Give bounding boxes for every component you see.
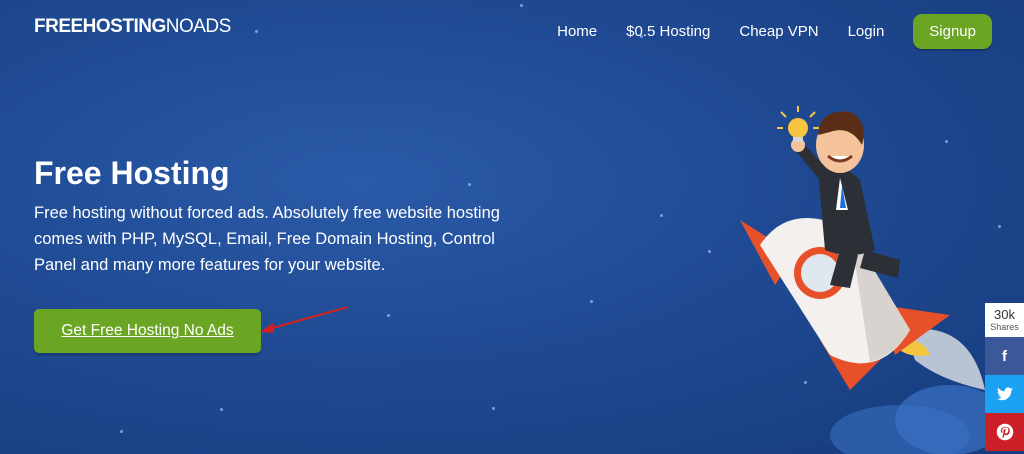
get-free-hosting-button[interactable]: Get Free Hosting No Ads	[34, 309, 261, 353]
twitter-icon	[996, 387, 1013, 401]
main-nav: Home $0.5 Hosting Cheap VPN Login Signup	[557, 14, 992, 49]
share-count: 30k Shares	[985, 303, 1024, 337]
nav-hosting[interactable]: $0.5 Hosting	[626, 23, 710, 40]
logo-bold-text: FREEHOSTING	[34, 16, 166, 37]
rocket-businessman-illustration	[740, 106, 1000, 454]
signup-button[interactable]: Signup	[913, 14, 992, 49]
nav-login[interactable]: Login	[848, 23, 885, 40]
nav-home[interactable]: Home	[557, 23, 597, 40]
social-share-bar: 30k Shares f	[985, 303, 1024, 451]
share-count-number: 30k	[994, 307, 1015, 322]
site-logo[interactable]: FREEHOSTINGNOADS	[34, 16, 231, 38]
nav-cheap-vpn[interactable]: Cheap VPN	[739, 23, 818, 40]
facebook-share-button[interactable]: f	[985, 337, 1024, 375]
logo-light-text: NOADS	[165, 16, 232, 37]
red-arrow-annotation	[260, 306, 349, 333]
hero-description: Free hosting without forced ads. Absolut…	[34, 204, 500, 274]
pinterest-share-button[interactable]	[985, 413, 1024, 451]
twitter-share-button[interactable]	[985, 375, 1024, 413]
facebook-icon: f	[1002, 347, 1007, 365]
share-count-label: Shares	[990, 322, 1019, 332]
hero-title: Free Hosting	[34, 155, 230, 191]
pinterest-icon	[996, 423, 1013, 441]
